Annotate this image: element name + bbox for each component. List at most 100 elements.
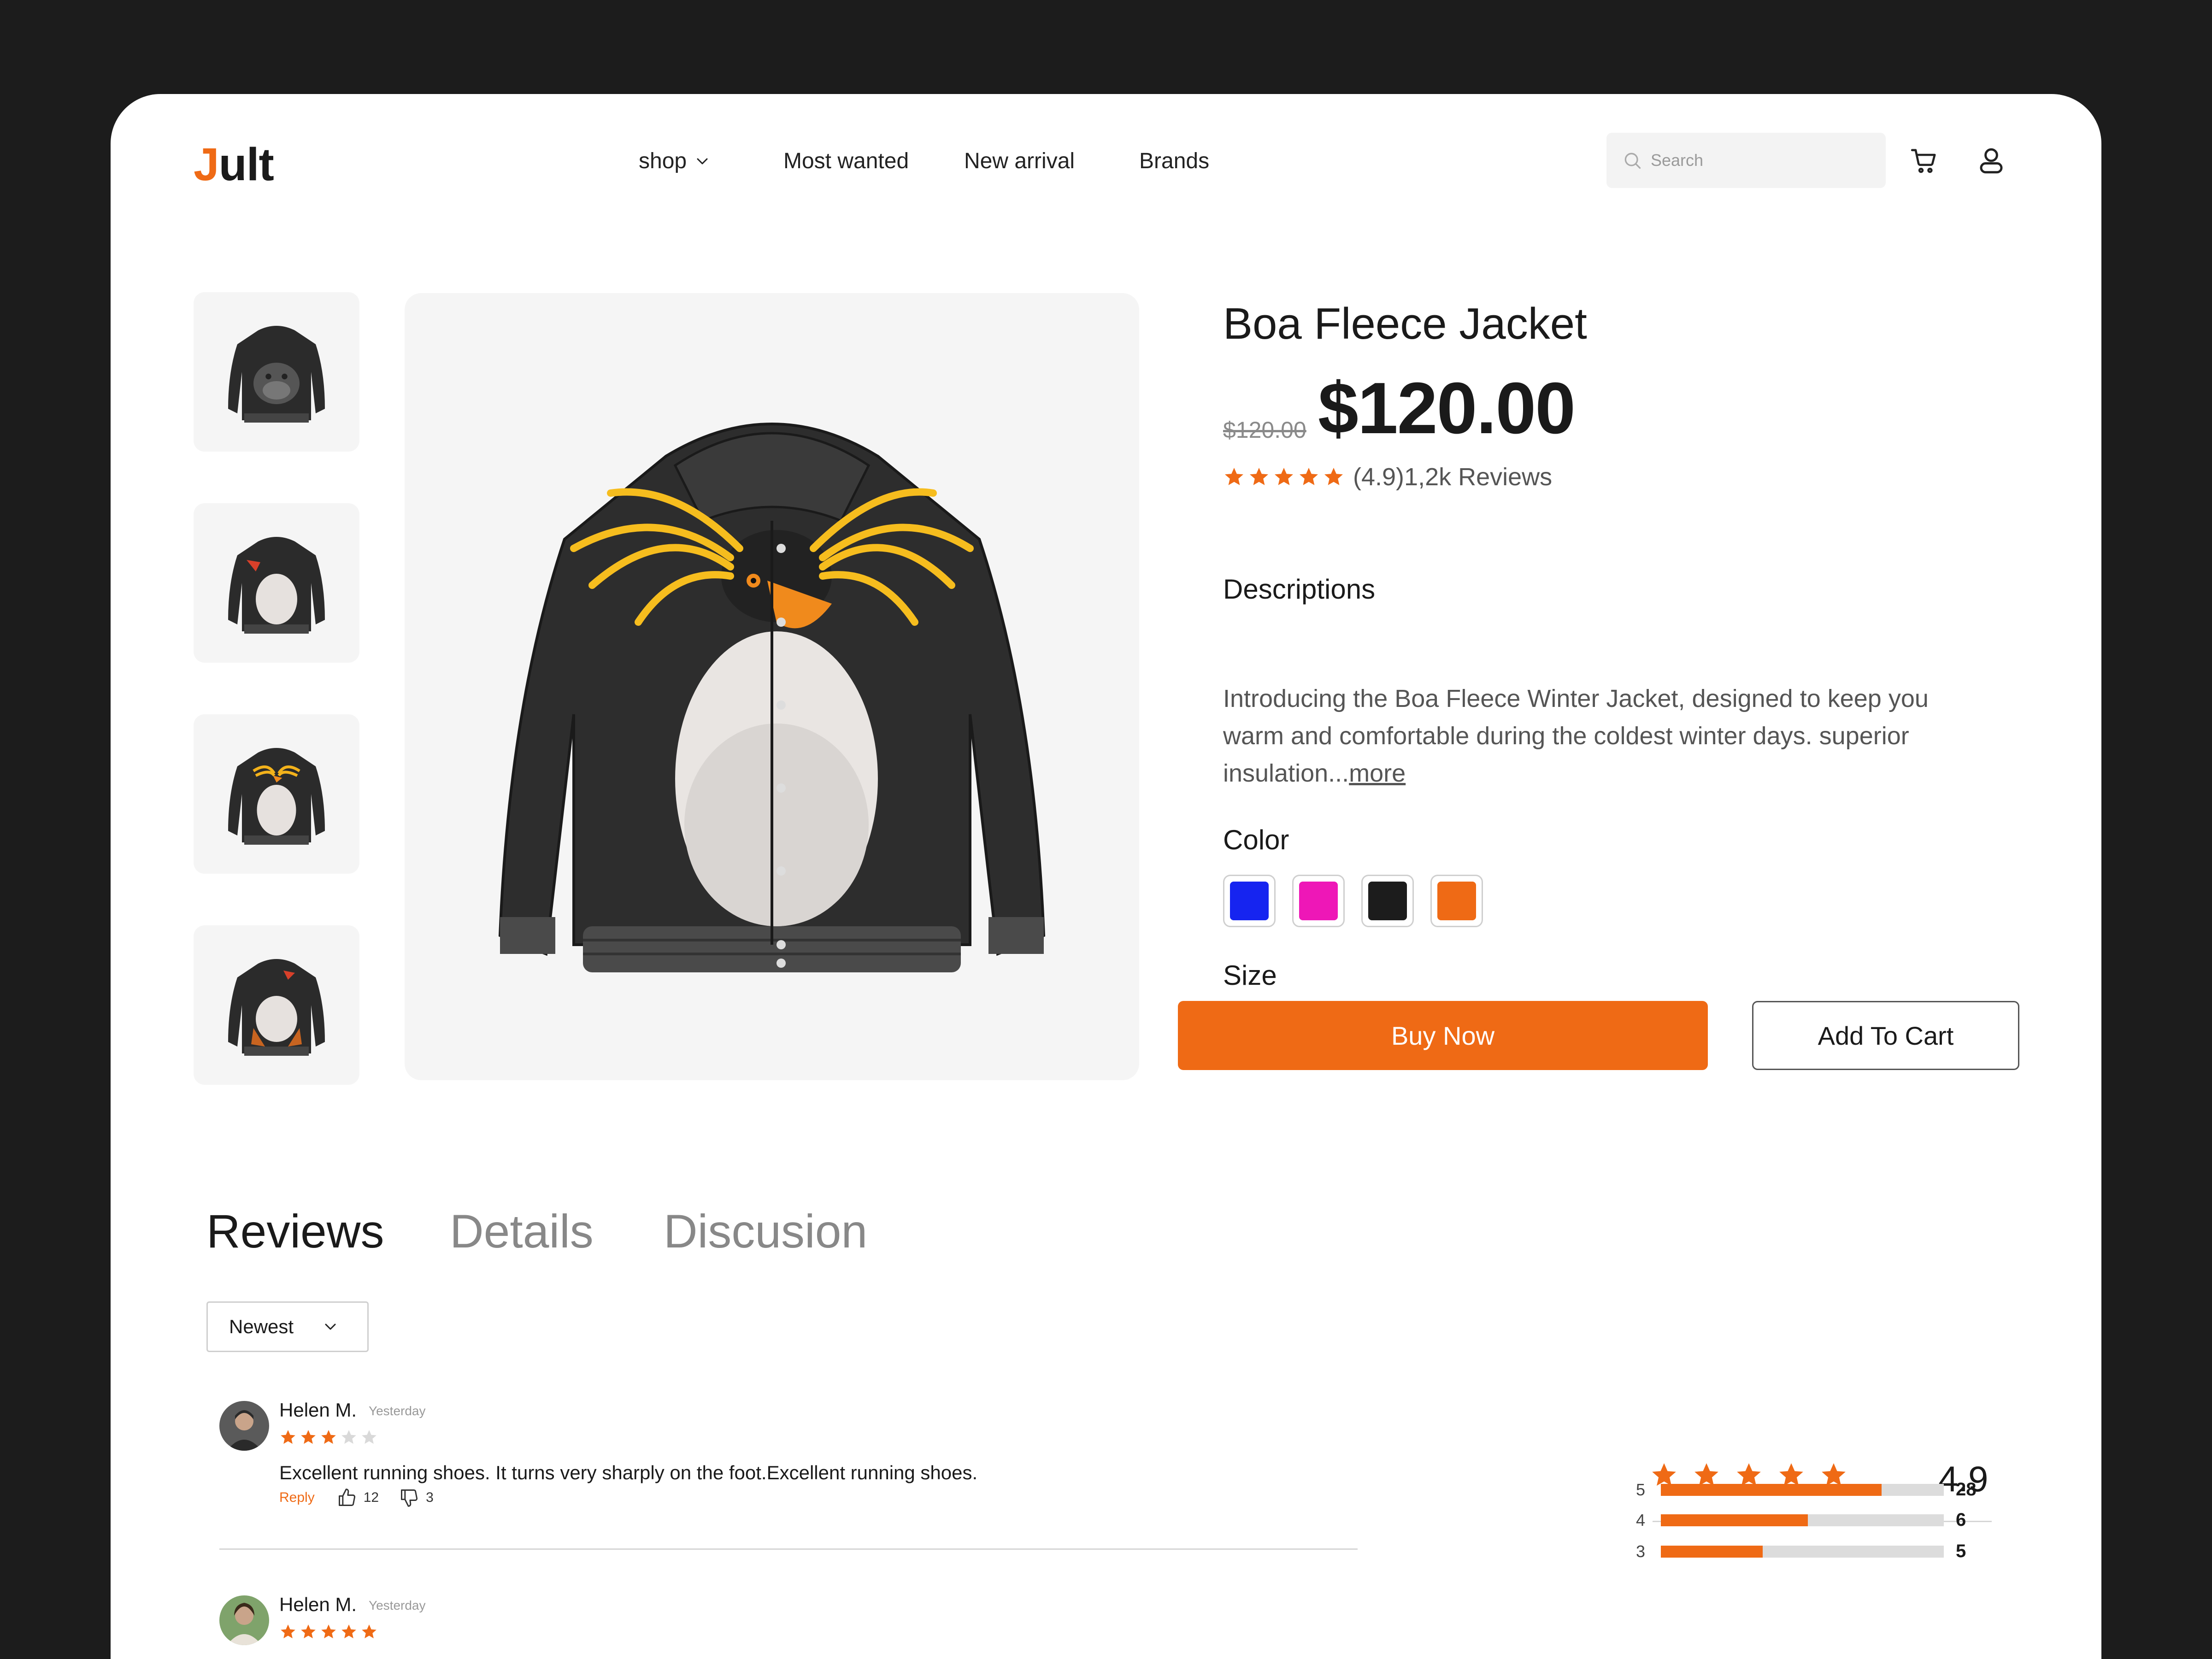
rating-bar-fill [1661,1514,1808,1526]
nav-new-arrival[interactable]: New arrival [964,148,1075,174]
sort-dropdown[interactable]: Newest [206,1301,369,1352]
jacket-gorilla-thumbnail [228,326,325,423]
tab-reviews[interactable]: Reviews [206,1205,384,1259]
color-swatch-fill [1230,882,1269,920]
color-swatch-fill [1368,882,1407,920]
logo-rest: ult [218,139,274,190]
avatar [219,1401,269,1451]
jacket-penguin-alt-thumbnail [228,959,325,1056]
star-icon [1300,468,1318,485]
description-text: Introducing the Boa Fleece Winter Jacket… [1223,685,1929,787]
page-card: Jult shop Most wanted New arrival Brands [111,94,2101,1659]
rating-bar-row: 35 [1636,1541,2014,1562]
rating-row: (4.9)1,2k Reviews [1223,463,1552,491]
thumbnail-4[interactable] [194,925,359,1085]
cart-button[interactable] [1903,140,1945,182]
star-icon [341,1624,356,1639]
star-icon [1250,468,1268,485]
product-description: Introducing the Boa Fleece Winter Jacket… [1223,680,1960,792]
rating-bar-count: 28 [1956,1479,1977,1500]
color-swatch-fill [1299,882,1338,920]
avatar-photo [219,1401,269,1451]
review-actions: Reply 12 3 [279,1488,434,1508]
reply-link[interactable]: Reply [279,1490,315,1506]
thumbnail-3[interactable] [194,714,359,874]
star-icon [301,1624,316,1639]
user-icon [1980,148,2003,174]
search-icon [1624,153,1641,169]
nav-most-wanted[interactable]: Most wanted [783,148,909,174]
nav-shop[interactable]: shop [639,148,712,174]
jacket-penguin-thumbnail [228,537,325,634]
color-swatch-blue[interactable] [1223,875,1276,927]
price: $120.00 [1318,368,1576,449]
nav-brands[interactable]: Brands [1139,148,1209,174]
review-time: Yesterday [369,1404,426,1418]
thumbs-up-icon[interactable] [337,1488,357,1508]
star-icon [281,1624,295,1639]
review-time: Yesterday [369,1598,426,1612]
avatar [219,1595,269,1645]
star-icon [321,1624,336,1639]
reviewer-name: Helen M. [279,1594,357,1615]
tab-details[interactable]: Details [450,1205,594,1259]
old-price: $120.00 [1223,417,1306,443]
rating-bar-label: 4 [1636,1510,1646,1530]
rating-bar-row: 5 28 [1636,1479,2014,1500]
star-icon [281,1430,295,1444]
review-text: Excellent running shoes. It turns very s… [279,1462,978,1483]
color-swatch-orange[interactable] [1430,875,1483,927]
size-heading: Size [1223,960,1277,991]
star-icon [362,1624,377,1639]
rating-text: (4.9)1,2k Reviews [1353,463,1553,491]
sort-selected: Newest [229,1316,294,1337]
star-icon [321,1430,336,1444]
search-box[interactable] [1606,133,1886,188]
chevron-down-icon [325,1324,336,1330]
like-count: 12 [363,1490,379,1505]
logo[interactable]: Jult [194,138,274,191]
rating-bar-track [1661,1483,1944,1496]
color-swatch-pink[interactable] [1292,875,1345,927]
dislike-count: 3 [426,1490,434,1505]
avatar-photo [219,1595,269,1645]
rating-bar-row: 46 [1636,1510,2014,1530]
account-button[interactable] [1971,140,2012,182]
rating-bar-count: 5 [1956,1541,1966,1561]
more-link[interactable]: more [1349,759,1406,787]
reviewer-name: Helen M. [279,1399,357,1421]
rating-stars [1223,466,1345,488]
thumbs-down-icon[interactable] [399,1488,419,1508]
tab-discussion[interactable]: Discusion [664,1205,867,1259]
rating-bar-label: 5 [1636,1480,1646,1499]
color-swatch-fill [1437,882,1476,920]
star-icon [1324,468,1343,485]
rating-bar-track [1661,1545,1944,1558]
rating-bar-track [1661,1514,1944,1526]
color-heading: Color [1223,824,1289,855]
add-to-cart-button[interactable]: Add To Cart [1752,1001,2019,1070]
main-product-image [405,293,1139,1080]
chevron-down-icon [697,158,708,164]
product-title: Boa Fleece Jacket [1223,299,1587,348]
review-stars [279,1429,378,1446]
review-stars [279,1623,378,1641]
jacket-main-illustration [498,423,1046,972]
thumbnail-1[interactable] [194,292,359,452]
rating-bar-label: 3 [1636,1541,1646,1561]
star-icon [301,1430,316,1444]
jacket-rockhopper-thumbnail [228,748,325,845]
buy-now-button[interactable]: Buy Now [1178,1001,1708,1070]
review-divider [219,1548,1358,1550]
color-swatch-black[interactable] [1361,875,1414,927]
nav-shop-label: shop [639,149,687,173]
rating-bar-fill [1661,1545,1763,1558]
logo-first-letter: J [194,139,219,190]
star-icon [362,1430,377,1444]
search-input[interactable] [1650,150,1873,171]
rating-bar-count: 6 [1956,1510,1966,1530]
cart-icon [1911,149,1936,173]
star-icon [341,1430,356,1444]
thumbnail-2[interactable] [194,503,359,663]
star-icon [1275,468,1293,485]
